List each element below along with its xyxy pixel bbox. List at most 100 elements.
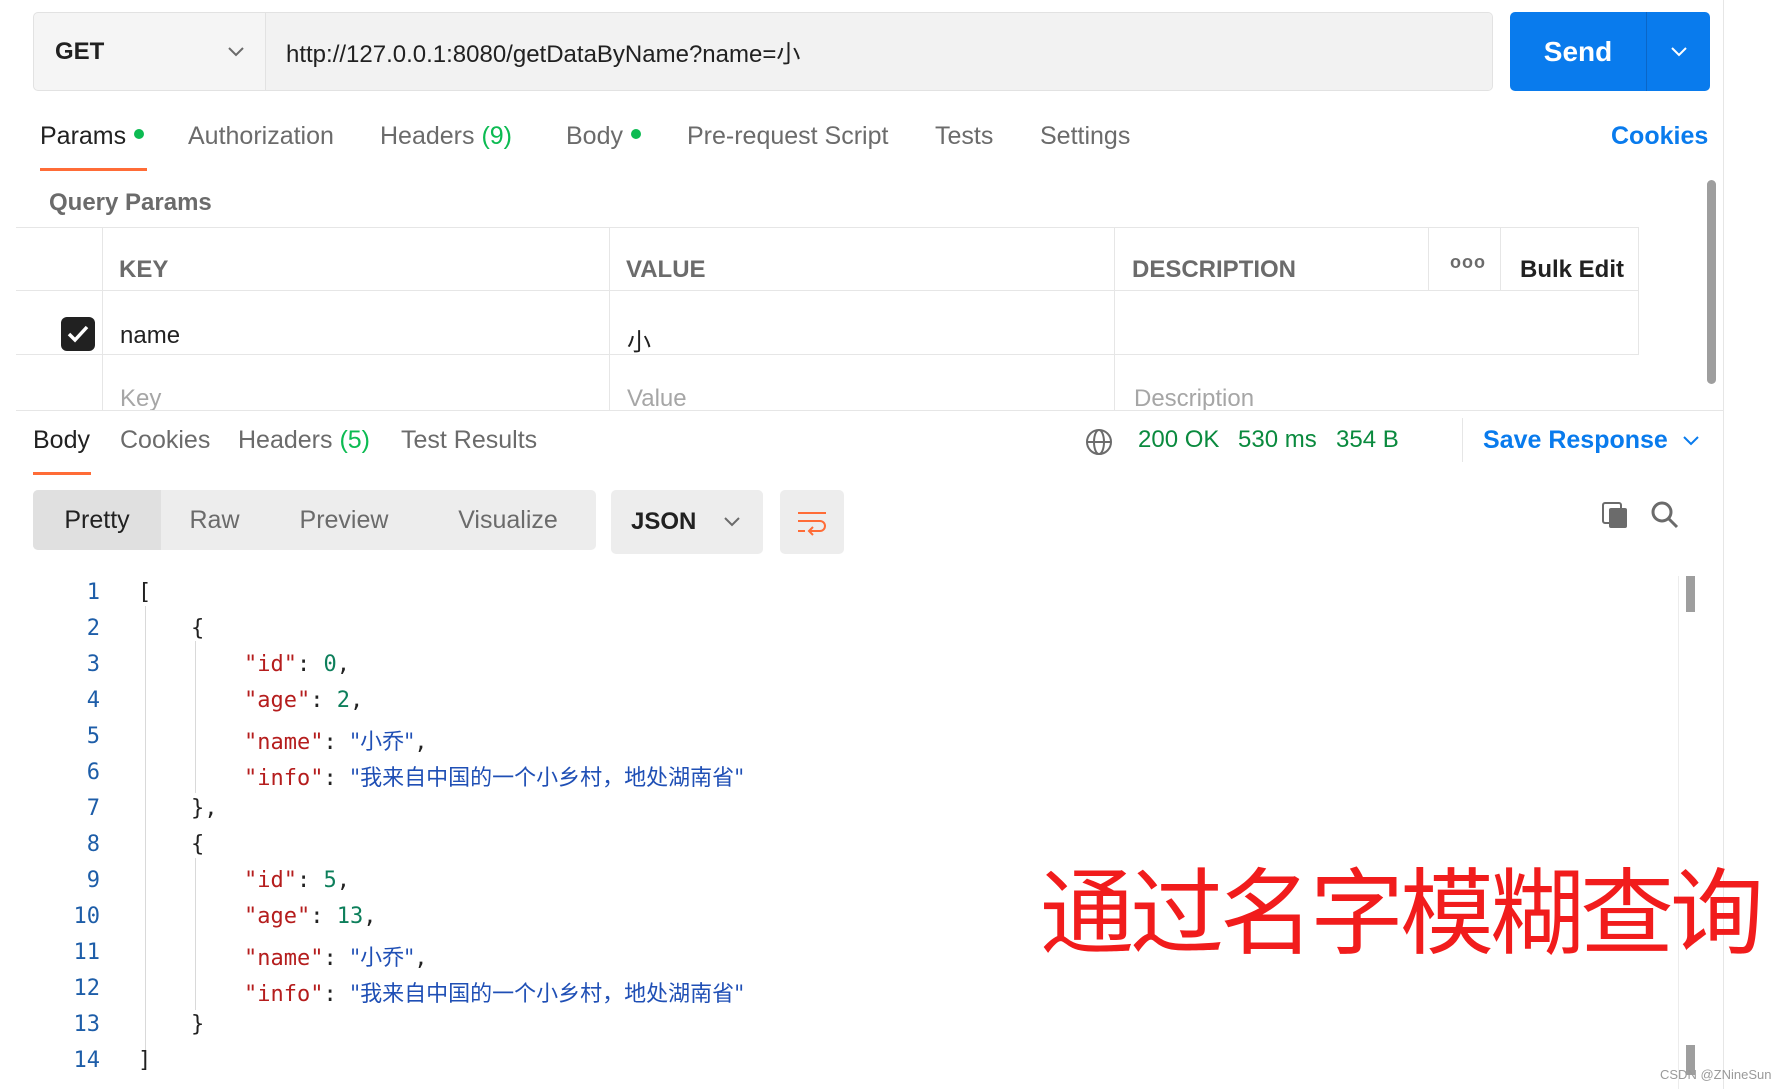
watermark: CSDN @ZNineSun — [1660, 1067, 1772, 1082]
table-border — [16, 290, 1639, 291]
format-label: JSON — [631, 508, 697, 535]
line-number: 4 — [86, 688, 100, 713]
line-number: 12 — [73, 976, 101, 1001]
code-line: "name": "小乔", — [244, 946, 428, 971]
tab-tests[interactable]: Tests — [935, 122, 993, 151]
code-line: "age": 13, — [244, 904, 377, 929]
method-label: GET — [55, 37, 105, 65]
tab-label: Headers — [238, 426, 333, 454]
url-text: http://127.0.0.1:8080/getDataByName?name… — [286, 41, 801, 68]
line-number: 3 — [86, 652, 100, 677]
response-tab-test-results[interactable]: Test Results — [401, 426, 537, 455]
response-time[interactable]: 530 ms — [1238, 426, 1317, 454]
indent-guide — [195, 858, 196, 1010]
line-number: 7 — [86, 796, 100, 821]
code-scrollbar[interactable] — [1686, 576, 1695, 612]
response-divider — [16, 410, 1723, 411]
active-tab-indicator — [40, 168, 147, 171]
search-icon[interactable] — [1650, 500, 1680, 535]
line-number: 6 — [86, 760, 100, 785]
tab-body[interactable]: Body — [566, 122, 641, 151]
save-response-button[interactable]: Save Response — [1483, 426, 1700, 455]
view-raw-button[interactable]: Raw — [161, 490, 268, 550]
code-line: { — [191, 832, 205, 857]
url-input[interactable]: http://127.0.0.1:8080/getDataByName?name… — [266, 13, 1492, 90]
status-dot — [630, 129, 641, 140]
table-border — [16, 227, 1639, 228]
more-options-button[interactable]: ooo — [1450, 252, 1486, 273]
line-number: 10 — [73, 904, 101, 929]
table-border — [16, 354, 1639, 355]
method-select[interactable]: GET — [34, 13, 266, 90]
tab-count: (9) — [481, 122, 513, 150]
format-select[interactable]: JSON — [611, 490, 763, 554]
query-params-title: Query Params — [49, 189, 212, 216]
view-mode-group: Pretty Raw Preview Visualize — [33, 490, 596, 550]
request-scrollbar[interactable] — [1707, 180, 1716, 384]
param-value-cell[interactable]: 小 — [627, 322, 651, 357]
cookies-link[interactable]: Cookies — [1611, 122, 1708, 151]
tab-params[interactable]: Params — [40, 122, 145, 151]
code-line: "age": 2, — [244, 688, 364, 713]
indent-guide — [195, 641, 196, 793]
chevron-down-icon — [1683, 435, 1699, 445]
code-line: { — [191, 616, 205, 641]
code-line: "name": "小乔", — [244, 730, 428, 755]
column-header-key: KEY — [119, 256, 169, 283]
response-size[interactable]: 354 B — [1336, 426, 1399, 454]
json-punct: [ — [138, 580, 152, 605]
wrap-lines-button[interactable] — [780, 490, 844, 554]
status-code[interactable]: 200 OK — [1138, 426, 1219, 454]
column-header-value: VALUE — [626, 256, 706, 283]
tab-settings[interactable]: Settings — [1040, 122, 1130, 151]
chevron-down-icon — [1670, 46, 1687, 56]
code-line: } — [191, 1012, 205, 1037]
check-icon — [67, 325, 89, 343]
annotation-text: 通过名字模糊查询 — [1040, 860, 1764, 969]
chevron-down-icon — [228, 46, 244, 56]
response-tab-cookies[interactable]: Cookies — [120, 426, 210, 455]
table-border — [1428, 227, 1429, 290]
view-visualize-button[interactable]: Visualize — [420, 490, 596, 550]
table-border — [1638, 227, 1639, 354]
view-preview-button[interactable]: Preview — [268, 490, 420, 550]
line-number: 9 — [86, 868, 100, 893]
line-number: 1 — [86, 580, 100, 605]
code-line: "id": 5, — [244, 868, 350, 893]
tab-count: (5) — [339, 426, 371, 454]
active-tab-indicator — [33, 472, 91, 475]
tab-label: Tests — [935, 122, 994, 150]
bulk-edit-button[interactable]: Bulk Edit — [1520, 256, 1624, 284]
tab-pre-request-script[interactable]: Pre-request Script — [687, 122, 888, 151]
send-button-group: Send — [1510, 12, 1710, 91]
table-border — [1500, 227, 1501, 290]
tab-authorization[interactable]: Authorization — [188, 122, 334, 151]
tab-label: Headers — [380, 122, 475, 150]
param-checkbox[interactable] — [61, 317, 95, 351]
line-number: 13 — [73, 1012, 101, 1037]
param-key-cell[interactable]: name — [120, 322, 180, 350]
code-line: "id": 0, — [244, 652, 350, 677]
line-number: 8 — [86, 832, 100, 857]
value-placeholder[interactable]: Value — [627, 385, 687, 413]
response-tab-body[interactable]: Body — [33, 426, 90, 455]
send-dropdown-button[interactable] — [1647, 12, 1710, 91]
divider — [1462, 418, 1463, 462]
key-placeholder[interactable]: Key — [120, 385, 161, 413]
tab-label: Body — [566, 122, 623, 150]
code-scrollbar-track — [1678, 576, 1679, 1089]
code-line: ] — [138, 1048, 152, 1073]
response-tab-headers[interactable]: Headers (5) — [238, 426, 370, 455]
url-bar: GET http://127.0.0.1:8080/getDataByName?… — [33, 12, 1493, 91]
chevron-down-icon — [724, 517, 740, 527]
tab-label: Pre-request Script — [687, 122, 889, 150]
globe-icon[interactable] — [1085, 428, 1113, 461]
tab-headers[interactable]: Headers (9) — [380, 122, 512, 151]
view-pretty-button[interactable]: Pretty — [33, 490, 161, 550]
tab-label: Authorization — [188, 122, 334, 150]
copy-icon[interactable] — [1600, 500, 1630, 535]
line-number: 2 — [86, 616, 100, 641]
line-number: 11 — [73, 940, 101, 965]
description-placeholder[interactable]: Description — [1134, 385, 1254, 413]
send-button[interactable]: Send — [1510, 12, 1647, 91]
